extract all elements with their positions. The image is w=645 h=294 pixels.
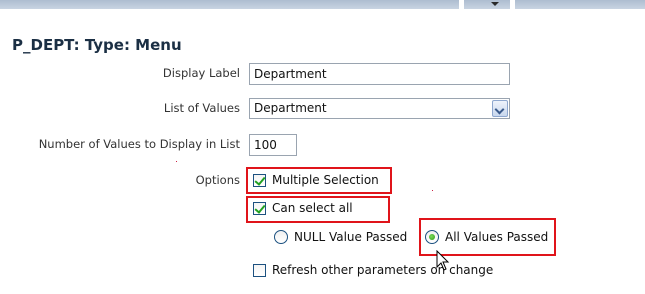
- refresh-other-params-checkbox[interactable]: [253, 263, 266, 277]
- refresh-other-params-label: Refresh other parameters on change: [272, 263, 494, 277]
- toolbar-dropdown-icon[interactable]: [491, 0, 499, 9]
- options-label: Options: [195, 173, 240, 187]
- list-of-values-label: List of Values: [163, 101, 240, 115]
- list-of-values-selected: Department: [254, 101, 327, 115]
- toolbar-separator: [510, 0, 515, 9]
- num-values-field[interactable]: 100: [249, 134, 297, 156]
- display-label-field[interactable]: Department: [249, 63, 510, 85]
- highlight-box: [246, 167, 392, 194]
- top-toolbar-strip: [0, 0, 645, 9]
- mouse-pointer-icon: [436, 250, 450, 271]
- null-value-passed-radio[interactable]: [274, 230, 288, 244]
- dropdown-arrow-icon[interactable]: [492, 100, 508, 117]
- null-value-passed-option[interactable]: NULL Value Passed: [274, 230, 407, 244]
- highlight-box: [246, 196, 390, 223]
- section-title: P_DEPT: Type: Menu: [12, 36, 182, 54]
- null-value-passed-label: NULL Value Passed: [294, 230, 408, 244]
- refresh-other-params-option[interactable]: Refresh other parameters on change: [253, 263, 493, 277]
- artifact-dot: [176, 161, 177, 162]
- list-of-values-select[interactable]: Department: [249, 98, 510, 119]
- toolbar-separator: [459, 0, 464, 9]
- num-values-label: Number of Values to Display in List: [38, 137, 240, 151]
- artifact-dot: [432, 190, 433, 191]
- display-label-label: Display Label: [162, 66, 240, 80]
